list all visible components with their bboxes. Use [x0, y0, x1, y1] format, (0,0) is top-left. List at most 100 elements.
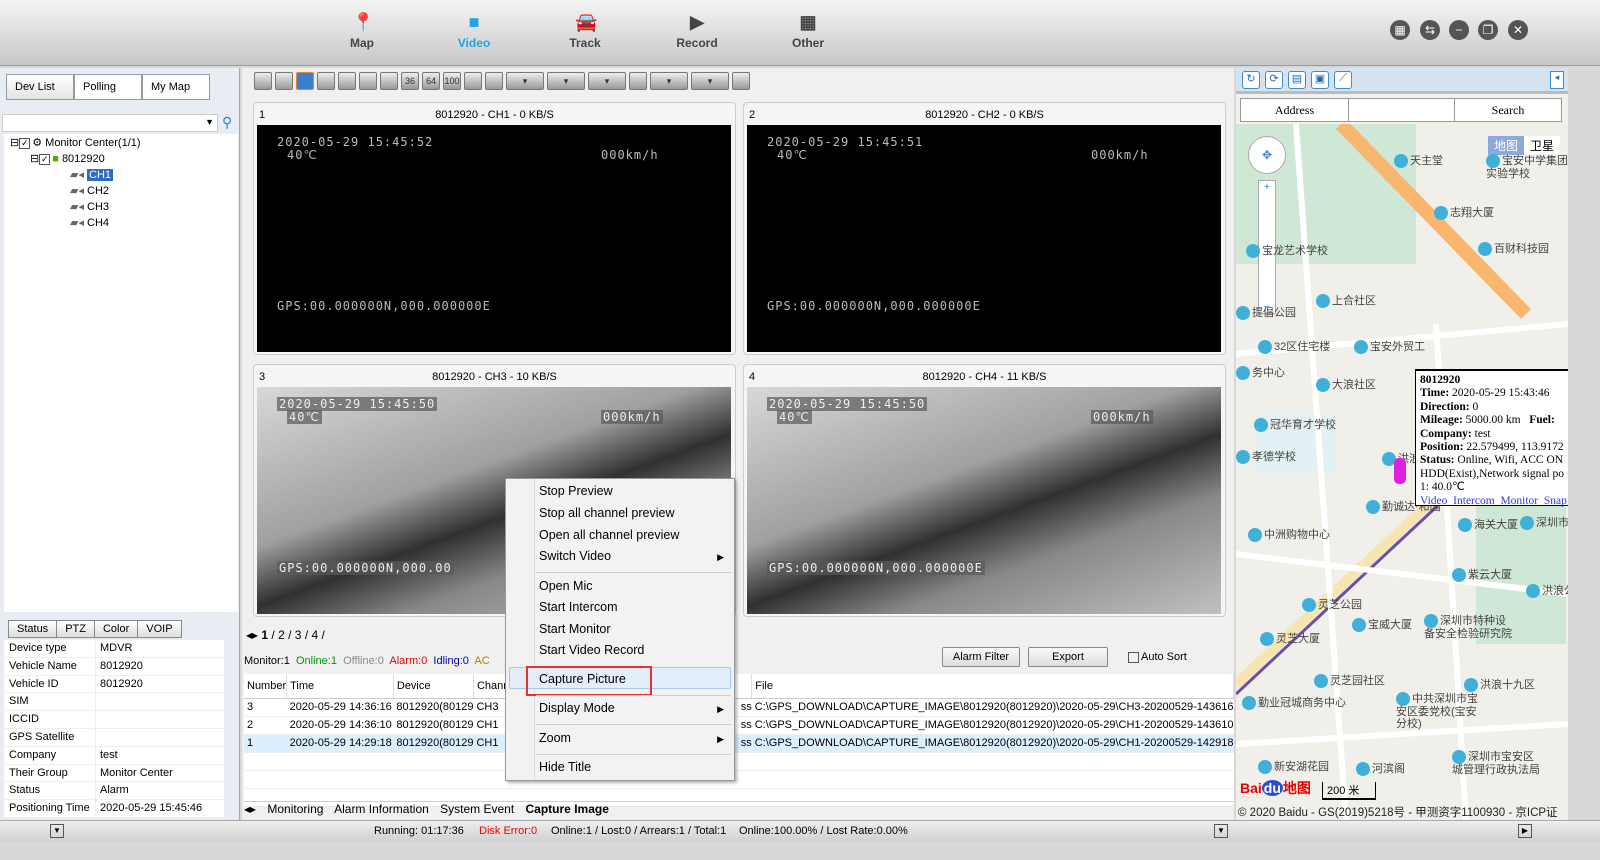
- snapshot-icon[interactable]: ▾: [588, 72, 626, 90]
- table-row[interactable]: 1 2020-05-29 14:29:18 8012920(80129 CH1 ss C:…: [244, 734, 1234, 753]
- menu-hide-title[interactable]: Hide Title: [539, 760, 591, 774]
- close-icon[interactable]: ✕: [1508, 20, 1528, 40]
- route-icon[interactable]: ⟋: [1334, 71, 1352, 89]
- tab-status[interactable]: Status: [8, 620, 58, 638]
- page-tab[interactable]: 4: [312, 628, 319, 642]
- map-refresh-icon[interactable]: ⟳: [1265, 71, 1283, 89]
- map-poi-label[interactable]: 务中心: [1236, 364, 1285, 381]
- tab-my-map[interactable]: My Map: [142, 74, 210, 100]
- popup-link-snap[interactable]: Snap: [1544, 495, 1567, 507]
- map-poi-label[interactable]: 新安湖花园: [1258, 758, 1329, 775]
- menu-display-mode[interactable]: Display Mode: [539, 701, 615, 715]
- mute-icon[interactable]: [629, 72, 647, 90]
- tree-channel-ch4[interactable]: ▰◂ CH4: [70, 216, 109, 229]
- menu-start-video-record[interactable]: Start Video Record: [539, 643, 644, 657]
- export-button[interactable]: Export: [1028, 647, 1108, 667]
- menu-stop-preview[interactable]: Stop Preview: [539, 484, 613, 498]
- tree-root[interactable]: ⊟ ✓ ⚙ Monitor Center(1/1): [10, 136, 141, 149]
- layout-2-icon[interactable]: [275, 72, 293, 90]
- map-poi-label[interactable]: 紫云大厦: [1452, 566, 1512, 583]
- tree-channel-ch3[interactable]: ▰◂ CH3: [70, 200, 109, 213]
- auto-sort-checkbox[interactable]: Auto Sort: [1128, 651, 1187, 663]
- menu-zoom[interactable]: Zoom: [539, 731, 571, 745]
- popup-link-monitor[interactable]: Monitor: [1500, 495, 1538, 507]
- nav-video[interactable]: ■ Video: [434, 12, 514, 50]
- layout-9-icon[interactable]: [359, 72, 377, 90]
- map-poi-label[interactable]: 大浪社区: [1316, 376, 1376, 393]
- page-down-icon[interactable]: [485, 72, 503, 90]
- map-poi-label[interactable]: 宝龙艺术学校: [1246, 242, 1328, 259]
- nav-map[interactable]: 📍 Map: [322, 12, 402, 50]
- map-type-satellite[interactable]: 卫星: [1523, 136, 1560, 155]
- map-poi-label[interactable]: 提倡公园: [1236, 304, 1296, 321]
- map-poi-label[interactable]: 灵芝园社区: [1314, 672, 1385, 689]
- col-file[interactable]: File: [751, 674, 1234, 699]
- restore-icon[interactable]: ❐: [1478, 20, 1498, 40]
- layout-8-icon[interactable]: [338, 72, 356, 90]
- collapse-right-icon[interactable]: ▶: [1518, 824, 1532, 838]
- map-poi-label[interactable]: 天主堂: [1394, 152, 1443, 169]
- video-cell[interactable]: 1 8012920 - CH1 - 0 KB/S 2020-05-29 15:4…: [253, 102, 736, 355]
- tree-channel-ch2[interactable]: ▰◂ CH2: [70, 184, 109, 197]
- map-poi-label[interactable]: 灵芝公园: [1302, 596, 1362, 613]
- map-poi-label[interactable]: 勤业冠城商务中心: [1242, 694, 1346, 711]
- tree-device[interactable]: ⊟ ✓ ■ 8012920: [30, 152, 105, 165]
- table-row[interactable]: 3 2020-05-29 14:36:16 8012920(80129 CH3 ss C:…: [244, 698, 1234, 717]
- map-poi-label[interactable]: 百财科技园: [1478, 240, 1549, 257]
- menu-switch-video[interactable]: Switch Video: [539, 549, 611, 563]
- collapse-left-icon[interactable]: ▼: [50, 824, 64, 838]
- switch-icon[interactable]: ⇆: [1420, 20, 1440, 40]
- map-poi-label[interactable]: 志翔大厦: [1434, 204, 1494, 221]
- scroll-left-icon[interactable]: ◂▸: [244, 802, 256, 816]
- expand-icon[interactable]: [732, 72, 750, 90]
- tab-polling[interactable]: Polling: [74, 74, 142, 100]
- minimize-icon[interactable]: −: [1449, 20, 1469, 40]
- window-mode-icon[interactable]: ▾: [547, 72, 585, 90]
- page-tab[interactable]: 2: [278, 628, 285, 642]
- alarm-filter-button[interactable]: Alarm Filter: [942, 647, 1020, 667]
- layout-4-icon[interactable]: [296, 72, 314, 90]
- collapse-icon[interactable]: ◂: [1550, 71, 1564, 89]
- address-input[interactable]: [1349, 99, 1455, 121]
- map-type-map[interactable]: 地图: [1487, 136, 1524, 155]
- col-device[interactable]: Device: [393, 674, 474, 699]
- map-poi-label[interactable]: 洪浪十九区: [1464, 676, 1535, 693]
- search-input[interactable]: ▼: [2, 114, 218, 132]
- video-feed[interactable]: 2020-05-29 15:45:52 40℃ 000km/h GPS:00.0…: [257, 125, 731, 352]
- map-poi-label[interactable]: 32区住宅楼: [1258, 338, 1330, 355]
- map-poi-label[interactable]: 冠华育才学校: [1254, 416, 1336, 433]
- menu-start-intercom[interactable]: Start Intercom: [539, 600, 618, 614]
- map-poi-label[interactable]: 宝安外贸工: [1354, 338, 1425, 355]
- video-feed[interactable]: 2020-05-29 15:45:50 40℃ 000km/h GPS:00.0…: [747, 387, 1221, 614]
- tab-color[interactable]: Color: [93, 620, 139, 638]
- layout-button[interactable]: 36: [401, 72, 419, 90]
- dropdown-arrow-icon[interactable]: ▼: [205, 117, 214, 127]
- tab-voip[interactable]: VOIP: [137, 620, 182, 638]
- search-icon[interactable]: ⚲: [222, 114, 232, 131]
- menu-stop-all-preview[interactable]: Stop all channel preview: [539, 506, 675, 520]
- map-poi-label[interactable]: 宝安中学集团实验学校: [1486, 154, 1568, 180]
- apps-icon[interactable]: ▦: [1390, 20, 1410, 40]
- tab-monitoring[interactable]: Monitoring: [267, 802, 323, 816]
- popup-link-intercom[interactable]: Intercom: [1453, 495, 1495, 507]
- layout-button[interactable]: 64: [422, 72, 440, 90]
- tree-channel-ch1[interactable]: ▰◂ CH1: [70, 168, 114, 181]
- map-poi-label[interactable]: 海关大厦: [1458, 516, 1518, 533]
- col-time[interactable]: Time: [286, 674, 394, 699]
- zoom-in-icon[interactable]: +: [1259, 181, 1275, 193]
- map-poi-label[interactable]: 中共深圳市宝安区委党校(宝安分校): [1396, 692, 1486, 730]
- menu-start-monitor[interactable]: Start Monitor: [539, 622, 611, 636]
- tab-system-event[interactable]: System Event: [440, 802, 514, 816]
- tab-dev-list[interactable]: Dev List: [6, 74, 74, 100]
- menu-open-all-preview[interactable]: Open all channel preview: [539, 528, 679, 542]
- page-tab[interactable]: 3: [295, 628, 302, 642]
- table-row[interactable]: 2 2020-05-29 14:36:10 8012920(80129 CH1 ss C:…: [244, 716, 1234, 735]
- tab-ptz[interactable]: PTZ: [56, 620, 95, 638]
- map-canvas[interactable]: ✥ + − 地图 卫星 天主堂 宝安中学集团实验学校 志翔大厦 百财科技园 宝龙艺术学校…: [1236, 124, 1568, 820]
- tab-capture-image[interactable]: Capture Image: [526, 802, 609, 816]
- page-tab[interactable]: 1: [261, 628, 268, 642]
- map-poi-label[interactable]: 洪浪公: [1526, 582, 1568, 599]
- layout-button[interactable]: 100: [443, 72, 461, 90]
- page-up-icon[interactable]: [464, 72, 482, 90]
- map-tool-icon[interactable]: ↻: [1242, 71, 1260, 89]
